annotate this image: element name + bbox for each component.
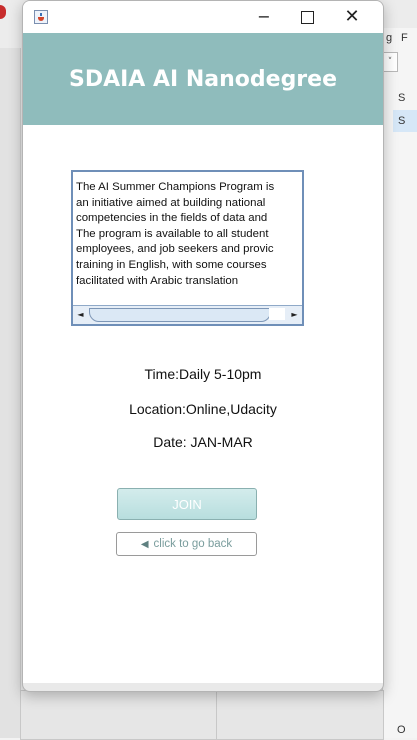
location-label: Location:Online,Udacity [129,401,277,417]
back-button[interactable]: ◀ click to go back [116,532,257,556]
page-title: SDAIA AI Nanodegree [68,67,338,92]
time-label: Time:Daily 5-10pm [144,366,262,382]
background-dropdown[interactable]: ˅ [382,52,398,72]
description-line: The AI Summer Champions Program is [76,181,275,193]
title-bar[interactable]: − ✕ [23,1,383,33]
close-button[interactable]: ✕ [331,1,373,33]
back-arrow-icon: ◀ [140,539,149,550]
nanodegree-window: − ✕ SDAIA AI Nanodegree The AI Summer Ch… [22,0,384,692]
date-label: Date: JAN-MAR [153,434,253,450]
background-left-panel [0,48,21,738]
scroll-left-icon[interactable]: ◄ [74,308,87,321]
java-app-icon [34,10,48,24]
join-button[interactable]: JOIN [117,488,257,520]
description-text: The AI Summer Champions Program is an in… [76,180,302,289]
scroll-right-icon[interactable]: ► [288,308,301,321]
background-text: S [398,92,406,104]
description-line: The program is available to all student [76,227,269,240]
maximize-icon [300,11,314,24]
scrollbar-thumb[interactable] [89,308,271,322]
description-line: competencies in the fields of data and [76,212,268,225]
back-button-label: click to go back [153,538,233,550]
background-bottom-panel [216,690,384,740]
header-banner: SDAIA AI Nanodegree [23,33,383,125]
background-text: F [401,32,408,44]
background-text: O [397,724,406,736]
background-text: g [386,32,393,44]
background-app-corner [0,5,6,19]
description-scroll-pane[interactable]: The AI Summer Champions Program is an in… [71,170,304,326]
window-content: SDAIA AI Nanodegree The AI Summer Champi… [23,33,383,683]
description-line: employees, and job seekers and provic [76,243,274,256]
horizontal-scrollbar[interactable]: ◄ ► [73,305,302,324]
description-line: facilitated with Arabic translation [76,274,239,287]
description-line: training in English, with some courses [76,258,267,271]
minimize-button[interactable]: − [243,1,285,33]
background-right-panel [382,28,417,738]
background-bottom-panel [20,690,218,740]
background-text: S [398,115,406,127]
scrollbar-track[interactable] [269,308,285,320]
description-line: an initiative aimed at building national [76,196,266,209]
maximize-button[interactable] [286,1,328,33]
